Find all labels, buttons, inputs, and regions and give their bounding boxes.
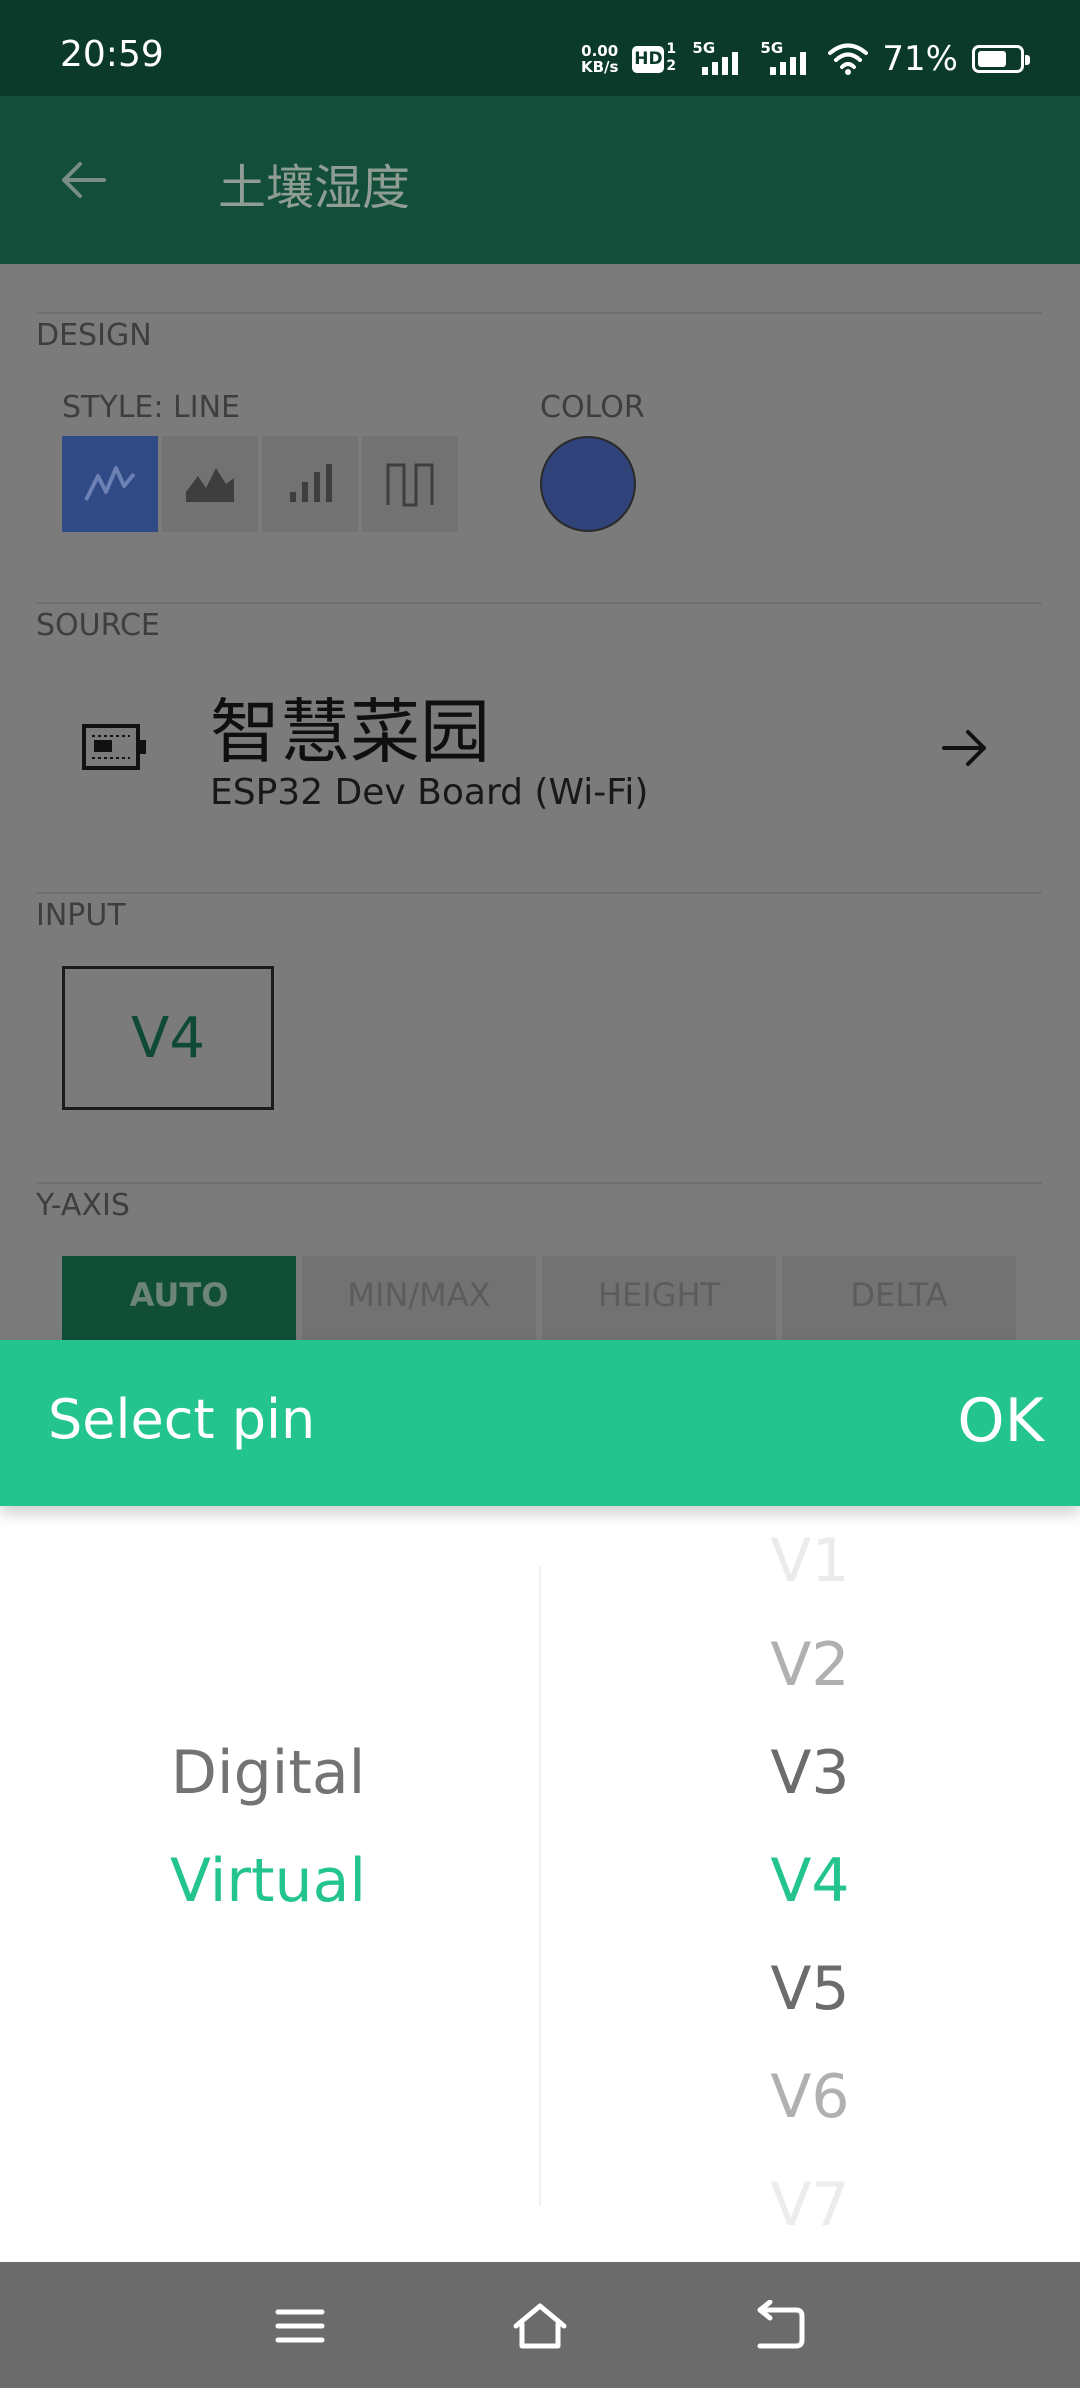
app-bar: 土壤湿度 xyxy=(0,96,1080,264)
page-title: 土壤湿度 xyxy=(218,160,411,216)
pin-type-digital[interactable]: Digital xyxy=(118,1738,418,1808)
style-step-button[interactable] xyxy=(362,436,458,532)
pin-option-v5[interactable]: V5 xyxy=(660,1954,960,2024)
bar-chart-icon xyxy=(290,464,332,502)
network-speed: 0.00 KB/s xyxy=(580,42,619,76)
pin-option-v1[interactable]: V1 xyxy=(660,1526,960,1596)
device-board: ESP32 Dev Board (Wi-Fi) xyxy=(210,772,649,813)
device-name[interactable]: 智慧菜园 xyxy=(210,676,490,777)
status-time: 20:59 xyxy=(60,34,164,75)
menu-icon[interactable] xyxy=(272,2300,328,2352)
style-area-button[interactable] xyxy=(162,436,258,532)
signal-5g-icon: 5G xyxy=(692,39,746,79)
step-chart-icon xyxy=(386,463,434,507)
divider xyxy=(36,312,1042,314)
divider xyxy=(36,602,1042,604)
divider xyxy=(36,1182,1042,1184)
style-label: STYLE: LINE xyxy=(62,390,240,425)
chart-style-selector xyxy=(62,436,458,532)
source-section-label: SOURCE xyxy=(36,608,160,643)
color-label: COLOR xyxy=(540,390,645,425)
pin-picker-header: Select pin OK xyxy=(0,1340,1080,1506)
chip-board-icon xyxy=(82,724,146,770)
pin-type-virtual[interactable]: Virtual xyxy=(118,1846,418,1916)
pin-option-v2[interactable]: V2 xyxy=(660,1630,960,1700)
y-axis-height-button[interactable]: HEIGHT xyxy=(542,1256,776,1340)
color-picker-button[interactable] xyxy=(540,436,636,532)
style-bar-button[interactable] xyxy=(262,436,358,532)
pin-option-v7[interactable]: V7 xyxy=(660,2170,960,2240)
y-axis-mode-selector: AUTO MIN/MAX HEIGHT DELTA xyxy=(62,1256,1016,1340)
pin-option-v6[interactable]: V6 xyxy=(660,2062,960,2132)
y-axis-delta-button[interactable]: DELTA xyxy=(782,1256,1016,1340)
input-section-label: INPUT xyxy=(36,898,126,933)
pin-picker-title: Select pin xyxy=(48,1388,316,1451)
battery-icon xyxy=(972,45,1030,73)
y-axis-section-label: Y-AXIS xyxy=(36,1188,130,1223)
divider xyxy=(36,892,1042,894)
column-divider xyxy=(539,1566,541,2206)
arrow-right-icon[interactable] xyxy=(938,720,994,776)
hd-voice-icon: HD 1 2 xyxy=(632,41,677,74)
y-axis-auto-button[interactable]: AUTO xyxy=(62,1256,296,1340)
signal-5g-icon-2: 5G xyxy=(760,39,814,79)
pin-option-v4[interactable]: V4 xyxy=(660,1846,960,1916)
design-section-label: DESIGN xyxy=(36,318,152,353)
status-bar: 20:59 0.00 KB/s HD 1 2 5G 5G 71% xyxy=(0,0,1080,96)
pin-select-button[interactable]: V4 xyxy=(62,966,274,1110)
pin-option-v3[interactable]: V3 xyxy=(660,1738,960,1808)
style-line-button[interactable] xyxy=(62,436,158,532)
y-axis-minmax-button[interactable]: MIN/MAX xyxy=(302,1256,536,1340)
line-chart-icon xyxy=(84,466,136,501)
back-nav-icon[interactable] xyxy=(752,2300,808,2352)
wifi-icon xyxy=(828,43,869,75)
pin-picker: Digital Virtual V1 V2 V3 V4 V5 V6 V7 xyxy=(0,1506,1080,2262)
home-icon[interactable] xyxy=(512,2300,568,2352)
ok-button[interactable]: OK xyxy=(957,1386,1044,1456)
widget-settings: DESIGN STYLE: LINE COLOR SOURCE 智慧菜园 ESP… xyxy=(0,264,1080,1340)
arrow-left-icon[interactable] xyxy=(56,152,112,208)
system-nav-bar xyxy=(0,2262,1080,2388)
battery-percent: 71% xyxy=(882,39,958,79)
area-chart-icon xyxy=(186,468,234,502)
